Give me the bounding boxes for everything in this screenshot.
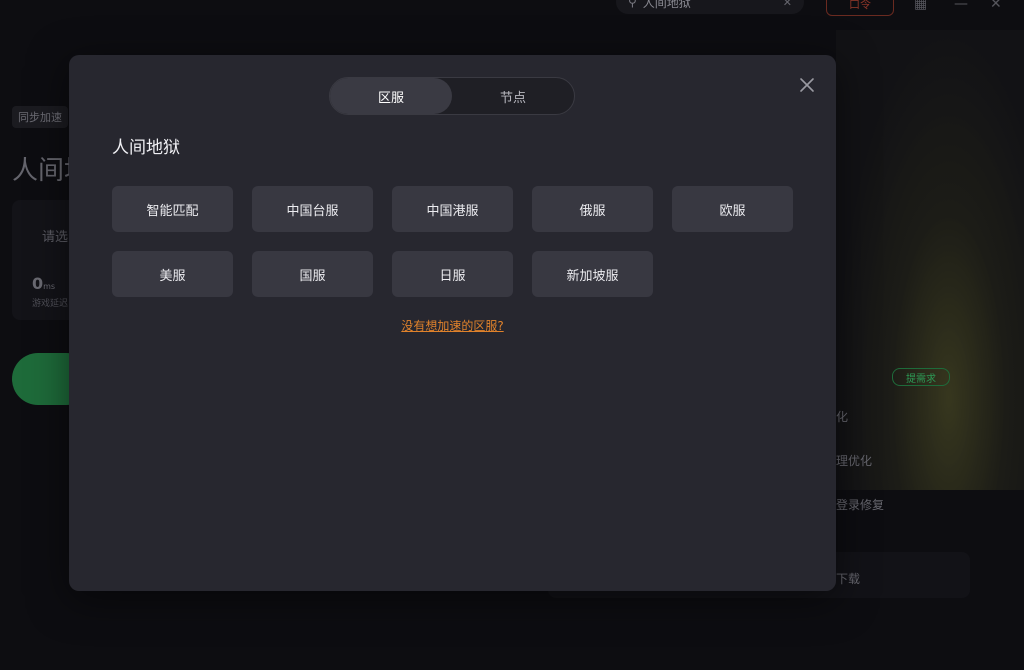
server-button-taiwan[interactable]: 中国台服 — [252, 186, 373, 232]
tab-node[interactable]: 节点 — [452, 78, 574, 114]
game-title: 人间地狱 — [112, 138, 180, 158]
code-badge[interactable]: 口令 — [826, 0, 894, 16]
tab-region[interactable]: 区服 — [330, 78, 452, 114]
tab-switcher: 区服 节点 — [329, 77, 575, 115]
close-window-icon[interactable]: ✕ — [990, 0, 1002, 12]
grid-icon[interactable]: ▦ — [914, 0, 927, 12]
server-button-hongkong[interactable]: 中国港服 — [392, 186, 513, 232]
minimize-icon[interactable]: — — [954, 0, 968, 12]
game-cover-art — [836, 30, 1024, 490]
background-download-label: 下载 — [836, 572, 861, 586]
clear-search-icon[interactable]: ✕ — [783, 0, 792, 9]
server-button-japan[interactable]: 日服 — [392, 251, 513, 297]
server-button-europe[interactable]: 欧服 — [672, 186, 793, 232]
background-select-hint: 请选 — [42, 230, 69, 245]
search-input[interactable]: ⚲ 人间地狱 ✕ — [616, 0, 804, 14]
close-dialog-button[interactable] — [796, 74, 818, 96]
server-grid: 智能匹配 中国台服 中国港服 俄服 欧服 美服 国服 日服 新加坡服 — [112, 186, 802, 297]
latency-value: 0ms — [32, 274, 56, 293]
search-icon: ⚲ — [628, 0, 637, 9]
server-button-russia[interactable]: 俄服 — [532, 186, 653, 232]
background-list-item: 登录修复 — [836, 498, 885, 512]
server-button-china[interactable]: 国服 — [252, 251, 373, 297]
missing-region-link[interactable]: 没有想加速的区服? — [69, 317, 836, 334]
server-select-dialog: 区服 节点 人间地狱 智能匹配 中国台服 中国港服 俄服 欧服 美服 国服 日服… — [69, 55, 836, 591]
badge-label: 口令 — [849, 0, 871, 11]
server-button-us[interactable]: 美服 — [112, 251, 233, 297]
latency-label: 游戏延迟 — [32, 299, 69, 309]
request-badge[interactable]: 提需求 — [892, 368, 950, 386]
background-list-item: 化 — [836, 410, 849, 424]
search-value: 人间地狱 — [642, 0, 691, 10]
server-button-singapore[interactable]: 新加坡服 — [532, 251, 653, 297]
sync-accel-tag: 同步加速 — [12, 106, 68, 128]
background-list-item: 理优化 — [836, 454, 873, 468]
close-icon — [800, 78, 814, 92]
server-button-smart-match[interactable]: 智能匹配 — [112, 186, 233, 232]
